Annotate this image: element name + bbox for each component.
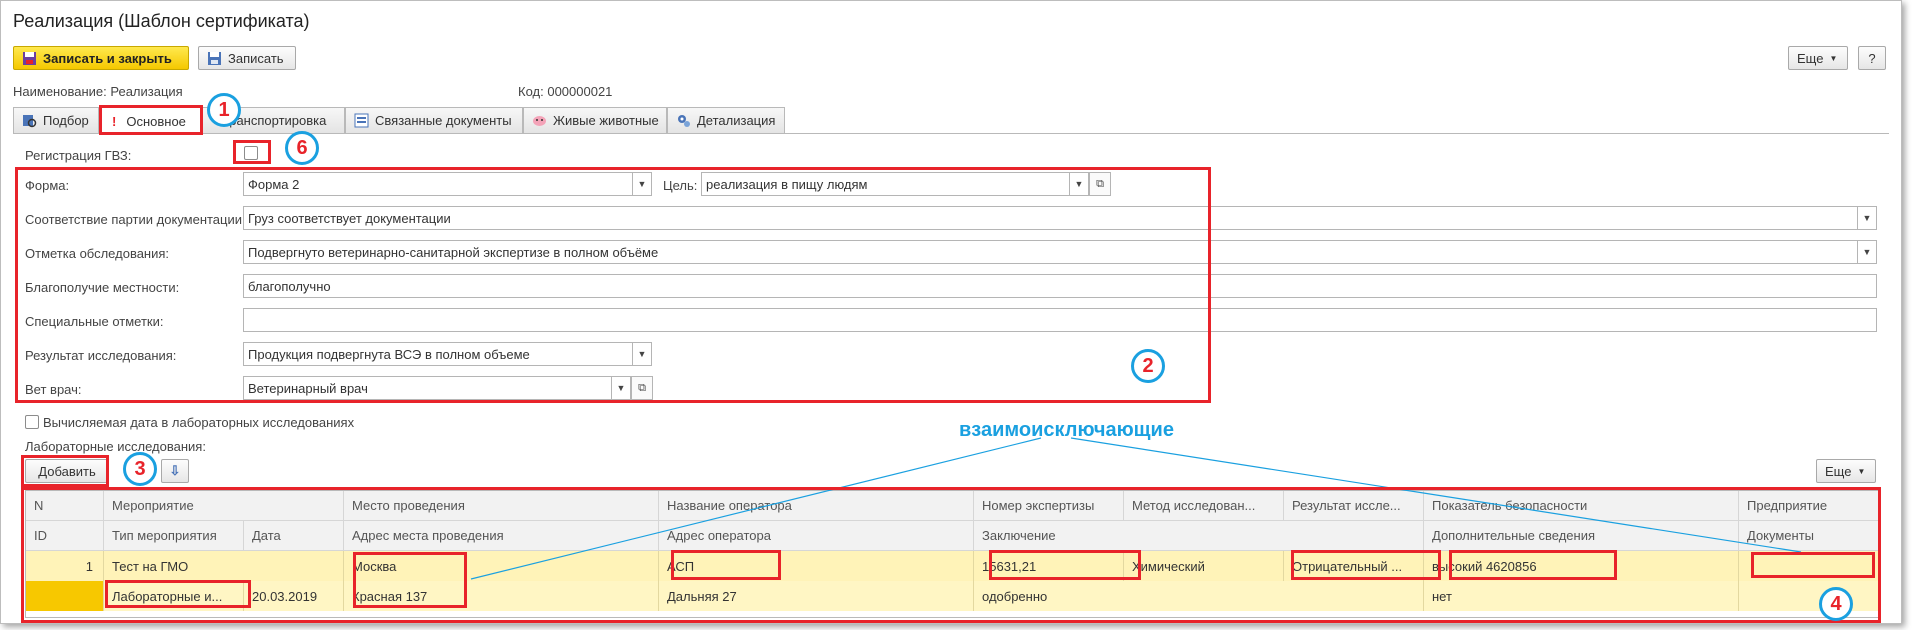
pig-icon: [532, 113, 547, 128]
callout-6: 6: [285, 131, 319, 165]
lab-label: Лабораторные исследования:: [25, 439, 206, 454]
highlight-operator: [671, 550, 781, 580]
highlight-event-type: [105, 580, 251, 608]
highlight-exam-number: [989, 550, 1141, 580]
help-button[interactable]: ?: [1858, 46, 1886, 70]
highlight-result: [1291, 550, 1441, 580]
move-down-button[interactable]: ⇩: [161, 459, 189, 483]
selection-icon: [22, 113, 37, 128]
chevron-down-icon: ▼: [1829, 53, 1838, 63]
gear-icon: [676, 113, 691, 128]
highlight-safety: [1449, 550, 1617, 580]
more-button[interactable]: Еще ▼: [1788, 46, 1848, 70]
highlight-form-block: [15, 167, 1211, 403]
calc-date-checkbox[interactable]: [25, 415, 39, 429]
table-more-button[interactable]: Еще ▼: [1816, 459, 1876, 483]
reg-gvz-label: Регистрация ГВЗ:: [25, 148, 132, 163]
save-button[interactable]: Записать: [198, 46, 296, 70]
highlight-reg-checkbox: [233, 140, 271, 164]
save-label: Записать: [228, 50, 284, 66]
callout-3: 3: [123, 452, 157, 486]
tab-podbor[interactable]: Подбор: [13, 107, 99, 133]
callout-4: 4: [1819, 587, 1853, 621]
arrow-down-icon: ⇩: [169, 463, 181, 478]
tab-animals-label: Живые животные: [553, 113, 659, 128]
match-dropdown-button[interactable]: ▼: [1857, 206, 1877, 230]
chevron-down-icon: ▼: [1857, 466, 1866, 476]
code-field: Код: 000000021: [518, 84, 612, 99]
highlight-place: [353, 552, 467, 608]
highlight-enterprise: [1751, 552, 1875, 578]
callout-1: 1: [207, 93, 241, 127]
tab-linked-docs[interactable]: Связанные документы: [345, 107, 523, 133]
more-label: Еще: [1797, 50, 1824, 66]
documents-icon: [354, 113, 369, 128]
table-more-label: Еще: [1825, 463, 1852, 479]
callout-2: 2: [1131, 349, 1165, 383]
tab-details[interactable]: Детализация: [667, 107, 785, 133]
tab-animals[interactable]: Живые животные: [523, 107, 667, 133]
highlight-main-tab: [99, 105, 203, 135]
mark-dropdown-button[interactable]: ▼: [1857, 240, 1877, 264]
tab-details-label: Детализация: [697, 113, 776, 128]
tab-linked-docs-label: Связанные документы: [375, 113, 512, 128]
save-and-close-button[interactable]: Записать и закрыть: [13, 46, 189, 70]
name-label: Наименование:: [13, 84, 107, 99]
code-label: Код:: [518, 84, 544, 99]
name-field: Наименование: Реализация: [13, 84, 183, 99]
window-title: Реализация (Шаблон сертификата): [13, 11, 310, 31]
floppy-disk-icon: [207, 51, 222, 66]
exclusive-annotation: взаимоисключающие: [959, 419, 1174, 441]
name-value: Реализация: [110, 84, 183, 99]
floppy-disk-icon: [22, 51, 37, 66]
save-and-close-label: Записать и закрыть: [43, 50, 172, 66]
highlight-add-button: [21, 455, 109, 487]
calc-date-label: Вычисляемая дата в лабораторных исследов…: [43, 415, 355, 430]
window: Реализация (Шаблон сертификата) Записать…: [0, 0, 1902, 624]
code-value: 000000021: [547, 84, 613, 99]
tab-podbor-label: Подбор: [43, 113, 89, 128]
